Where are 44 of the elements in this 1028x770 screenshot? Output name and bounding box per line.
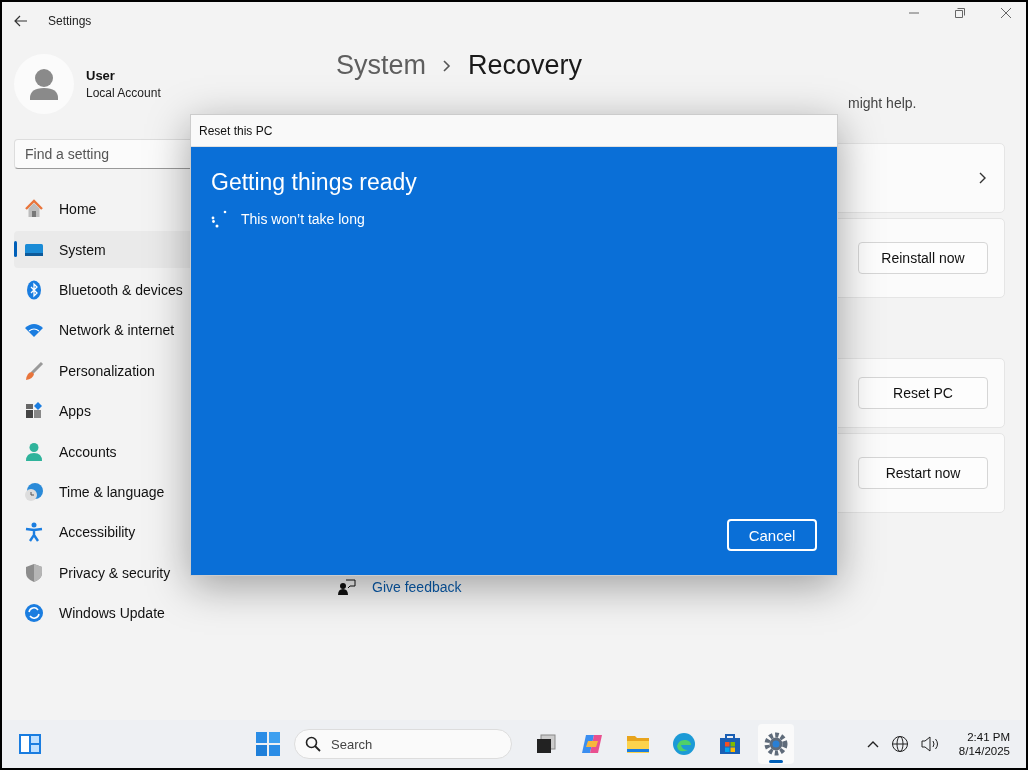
speaker-icon[interactable] — [920, 736, 939, 753]
page-title: Recovery — [468, 50, 583, 81]
action-button[interactable]: Reset PC — [858, 377, 988, 409]
globe-icon[interactable] — [890, 735, 909, 754]
action-button[interactable]: Reinstall now — [858, 242, 988, 274]
shield-icon — [24, 562, 44, 583]
window-title: Settings — [48, 14, 92, 28]
spinner-icon — [211, 210, 229, 228]
user-name: User — [86, 68, 116, 83]
taskbar-app[interactable] — [758, 724, 794, 765]
description-text: might help. — [848, 95, 917, 111]
clock[interactable]: 2:41 PM 8/14/2025 — [958, 731, 1010, 758]
chevron-up-icon[interactable] — [866, 740, 879, 749]
breadcrumb-parent[interactable]: System — [336, 50, 427, 81]
start-icon[interactable] — [256, 732, 280, 757]
nav-item[interactable]: Windows Update — [14, 594, 322, 632]
gear-icon — [764, 732, 788, 757]
globe-clock-icon — [24, 481, 44, 502]
action-button[interactable]: Restart now — [858, 457, 988, 489]
brush-icon — [24, 360, 44, 381]
browser-icon — [672, 732, 696, 757]
store-icon — [718, 732, 742, 757]
restore-icon[interactable] — [954, 7, 966, 19]
accessibility-icon — [24, 522, 44, 543]
widgets-icon[interactable] — [18, 733, 42, 756]
dialog-title: Reset this PC — [199, 123, 273, 138]
search-icon — [305, 736, 321, 753]
person-icon — [24, 441, 44, 462]
taskbar-search[interactable]: Search — [294, 729, 512, 760]
cancel-button[interactable]: Cancel — [727, 519, 817, 551]
back-icon[interactable] — [14, 15, 28, 27]
bluetooth-icon — [24, 279, 44, 300]
update-icon — [24, 603, 44, 624]
home-icon — [24, 199, 44, 220]
avatar-icon — [14, 54, 74, 114]
status-text: This won’t take long — [241, 211, 365, 227]
feedback-icon — [338, 579, 356, 595]
feedback-link[interactable]: Give feedback — [372, 579, 462, 595]
chevron-icon — [442, 58, 453, 73]
dialog-heading: Getting things ready — [211, 169, 418, 196]
search-placeholder: Search — [331, 736, 373, 752]
chevron-icon[interactable] — [978, 171, 988, 185]
account-type: Local Account — [86, 86, 161, 100]
close-icon[interactable] — [1000, 7, 1012, 19]
